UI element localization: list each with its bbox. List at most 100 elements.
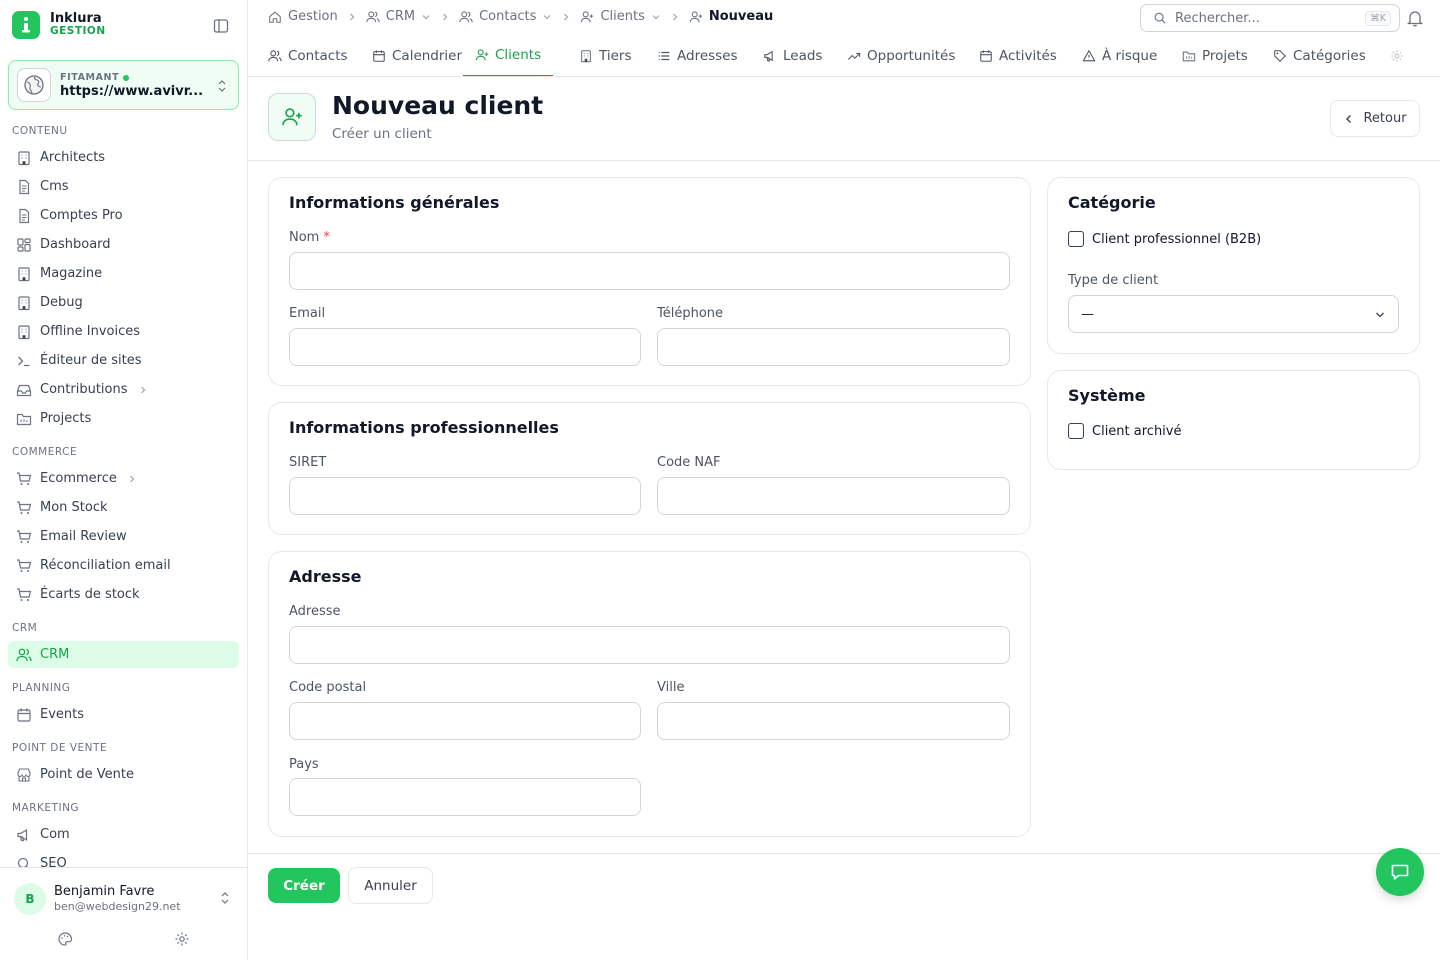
b2b-checkbox[interactable]: Client professionnel (B2B)	[1068, 231, 1261, 247]
sidebar-nav[interactable]: CONTENU Architects Cms Comptes Pro Dashb…	[0, 118, 247, 867]
sidebar-item-debug[interactable]: Debug	[8, 289, 239, 316]
email-field[interactable]	[289, 328, 641, 366]
sidebar-item-events[interactable]: Events	[8, 701, 239, 728]
tab-adresses[interactable]: Adresses	[657, 34, 738, 76]
bell-icon[interactable]	[1406, 9, 1424, 27]
code-postal-label: Code postal	[289, 680, 367, 695]
sidebar-item-projects[interactable]: Projects	[8, 405, 239, 432]
archived-checkbox[interactable]: Client archivé	[1068, 423, 1181, 439]
sidebar-item-ecommerce[interactable]: Ecommerce	[8, 465, 239, 492]
sidebar-toggle-icon[interactable]	[212, 17, 230, 35]
palette-icon[interactable]	[57, 931, 73, 947]
sidebar-item-dashboard[interactable]: Dashboard	[8, 231, 239, 258]
card-system: Système Client archivé	[1047, 370, 1420, 470]
sidebar-item-seo[interactable]: SEO	[8, 850, 239, 867]
telephone-label: Téléphone	[657, 306, 724, 321]
tab-contacts[interactable]: Contacts	[268, 34, 348, 76]
tab-label: Tiers	[599, 47, 632, 64]
breadcrumb-crm[interactable]: CRM	[366, 9, 431, 24]
breadcrumb-contacts[interactable]: Contacts	[459, 9, 552, 24]
back-button[interactable]: Retour	[1330, 100, 1420, 137]
breadcrumb-gestion[interactable]: Gestion	[268, 9, 338, 24]
tab-leads[interactable]: Leads	[763, 34, 823, 76]
sidebar-item-label: Éditeur de sites	[40, 353, 142, 368]
chevron-right-icon	[347, 12, 357, 22]
breadcrumb-clients[interactable]: Clients	[580, 9, 660, 24]
user-menu[interactable]: B Benjamin Favre ben@webdesign29.net	[0, 867, 247, 960]
form-footer: Créer Annuler	[248, 853, 1440, 960]
sidebar-item-com[interactable]: Com	[8, 821, 239, 848]
adresse-label: Adresse	[289, 604, 341, 619]
sidebar-item-point-de-vente[interactable]: Point de Vente	[8, 761, 239, 788]
nom-label: Nom *	[289, 230, 330, 245]
sidebar-item-magazine[interactable]: Magazine	[8, 260, 239, 287]
breadcrumb-label: Contacts	[479, 9, 537, 24]
type-client-label: Type de client	[1068, 273, 1159, 288]
tab-categories[interactable]: Catégories	[1273, 34, 1366, 76]
sidebar-item-ecarts-de-stock[interactable]: Écarts de stock	[8, 581, 239, 608]
user-name: Benjamin Favre	[54, 884, 155, 899]
card-category: Catégorie Client professionnel (B2B) Typ…	[1047, 177, 1420, 354]
sidebar-item-comptes-pro[interactable]: Comptes Pro	[8, 202, 239, 229]
sidebar-item-label: Magazine	[40, 266, 103, 281]
tab-calendrier[interactable]: Calendrier	[372, 34, 462, 76]
chat-button[interactable]	[1376, 848, 1424, 896]
sidebar-item-contributions[interactable]: Contributions	[8, 376, 239, 403]
sidebar-item-crm[interactable]: CRM	[8, 641, 239, 668]
gear-icon[interactable]	[174, 931, 190, 947]
chevron-down-icon	[542, 12, 552, 22]
store-icon	[16, 767, 32, 783]
naf-field[interactable]	[657, 477, 1010, 515]
sidebar-item-label: Email Review	[40, 529, 127, 544]
ville-field[interactable]	[657, 702, 1010, 740]
chevron-down-icon	[421, 12, 431, 22]
code-postal-field[interactable]	[289, 702, 641, 740]
sidebar-item-email-review[interactable]: Email Review	[8, 523, 239, 550]
terminal-icon	[16, 353, 32, 369]
card-title: Informations professionnelles	[289, 418, 559, 437]
telephone-field[interactable]	[657, 328, 1010, 366]
sidebar-item-offline-invoices[interactable]: Offline Invoices	[8, 318, 239, 345]
tab-a-risque[interactable]: À risque	[1082, 34, 1157, 76]
tab-label: Opportunités	[867, 47, 956, 64]
users-icon	[459, 10, 473, 24]
sidebar-item-editeur-de-sites[interactable]: Éditeur de sites	[8, 347, 239, 374]
card-title: Système	[1068, 386, 1146, 405]
sidebar-item-reconciliation-email[interactable]: Réconciliation email	[8, 552, 239, 579]
tab-projets[interactable]: Projets	[1182, 34, 1248, 76]
folder-icon	[16, 411, 32, 427]
tab-opportunites[interactable]: Opportunités	[847, 34, 956, 76]
tab-label: Leads	[783, 47, 823, 64]
sidebar-item-architects[interactable]: Architects	[8, 144, 239, 171]
sidebar-item-label: Ecommerce	[40, 471, 117, 486]
site-url: https://www.avivr...	[60, 85, 204, 99]
tab-clients[interactable]: Clients	[463, 34, 554, 76]
section-point-de-vente: POINT DE VENTE	[12, 742, 108, 754]
brand[interactable]: Inklura GESTION	[12, 11, 106, 39]
cancel-button[interactable]: Annuler	[348, 867, 433, 904]
type-client-select[interactable]: —	[1068, 295, 1399, 333]
adresse-field[interactable]	[289, 626, 1010, 664]
pays-field[interactable]	[289, 778, 641, 816]
site-status-dot	[123, 75, 130, 81]
building-icon	[16, 324, 32, 340]
cart-icon	[16, 558, 32, 574]
checkbox-box[interactable]	[1068, 423, 1084, 439]
sidebar-item-label: Offline Invoices	[40, 324, 141, 339]
sidebar-item-cms[interactable]: Cms	[8, 173, 239, 200]
tab-activites[interactable]: Activités	[979, 34, 1057, 76]
nom-field[interactable]	[289, 252, 1010, 290]
required-mark: *	[323, 230, 330, 245]
chevron-updown-icon	[216, 78, 228, 94]
folder-icon	[1182, 49, 1196, 63]
sidebar-item-mon-stock[interactable]: Mon Stock	[8, 494, 239, 521]
site-selector[interactable]: FITAMANT https://www.avivr...	[8, 60, 239, 110]
search-input[interactable]: Rechercher... ⌘K	[1140, 4, 1400, 32]
siret-field[interactable]	[289, 477, 641, 515]
tabs-fade	[1380, 34, 1440, 76]
checkbox-box[interactable]	[1068, 231, 1084, 247]
inbox-icon	[16, 382, 32, 398]
create-button[interactable]: Créer	[268, 868, 340, 903]
checkbox-label: Client archivé	[1092, 423, 1182, 439]
tab-tiers[interactable]: Tiers	[579, 34, 632, 76]
